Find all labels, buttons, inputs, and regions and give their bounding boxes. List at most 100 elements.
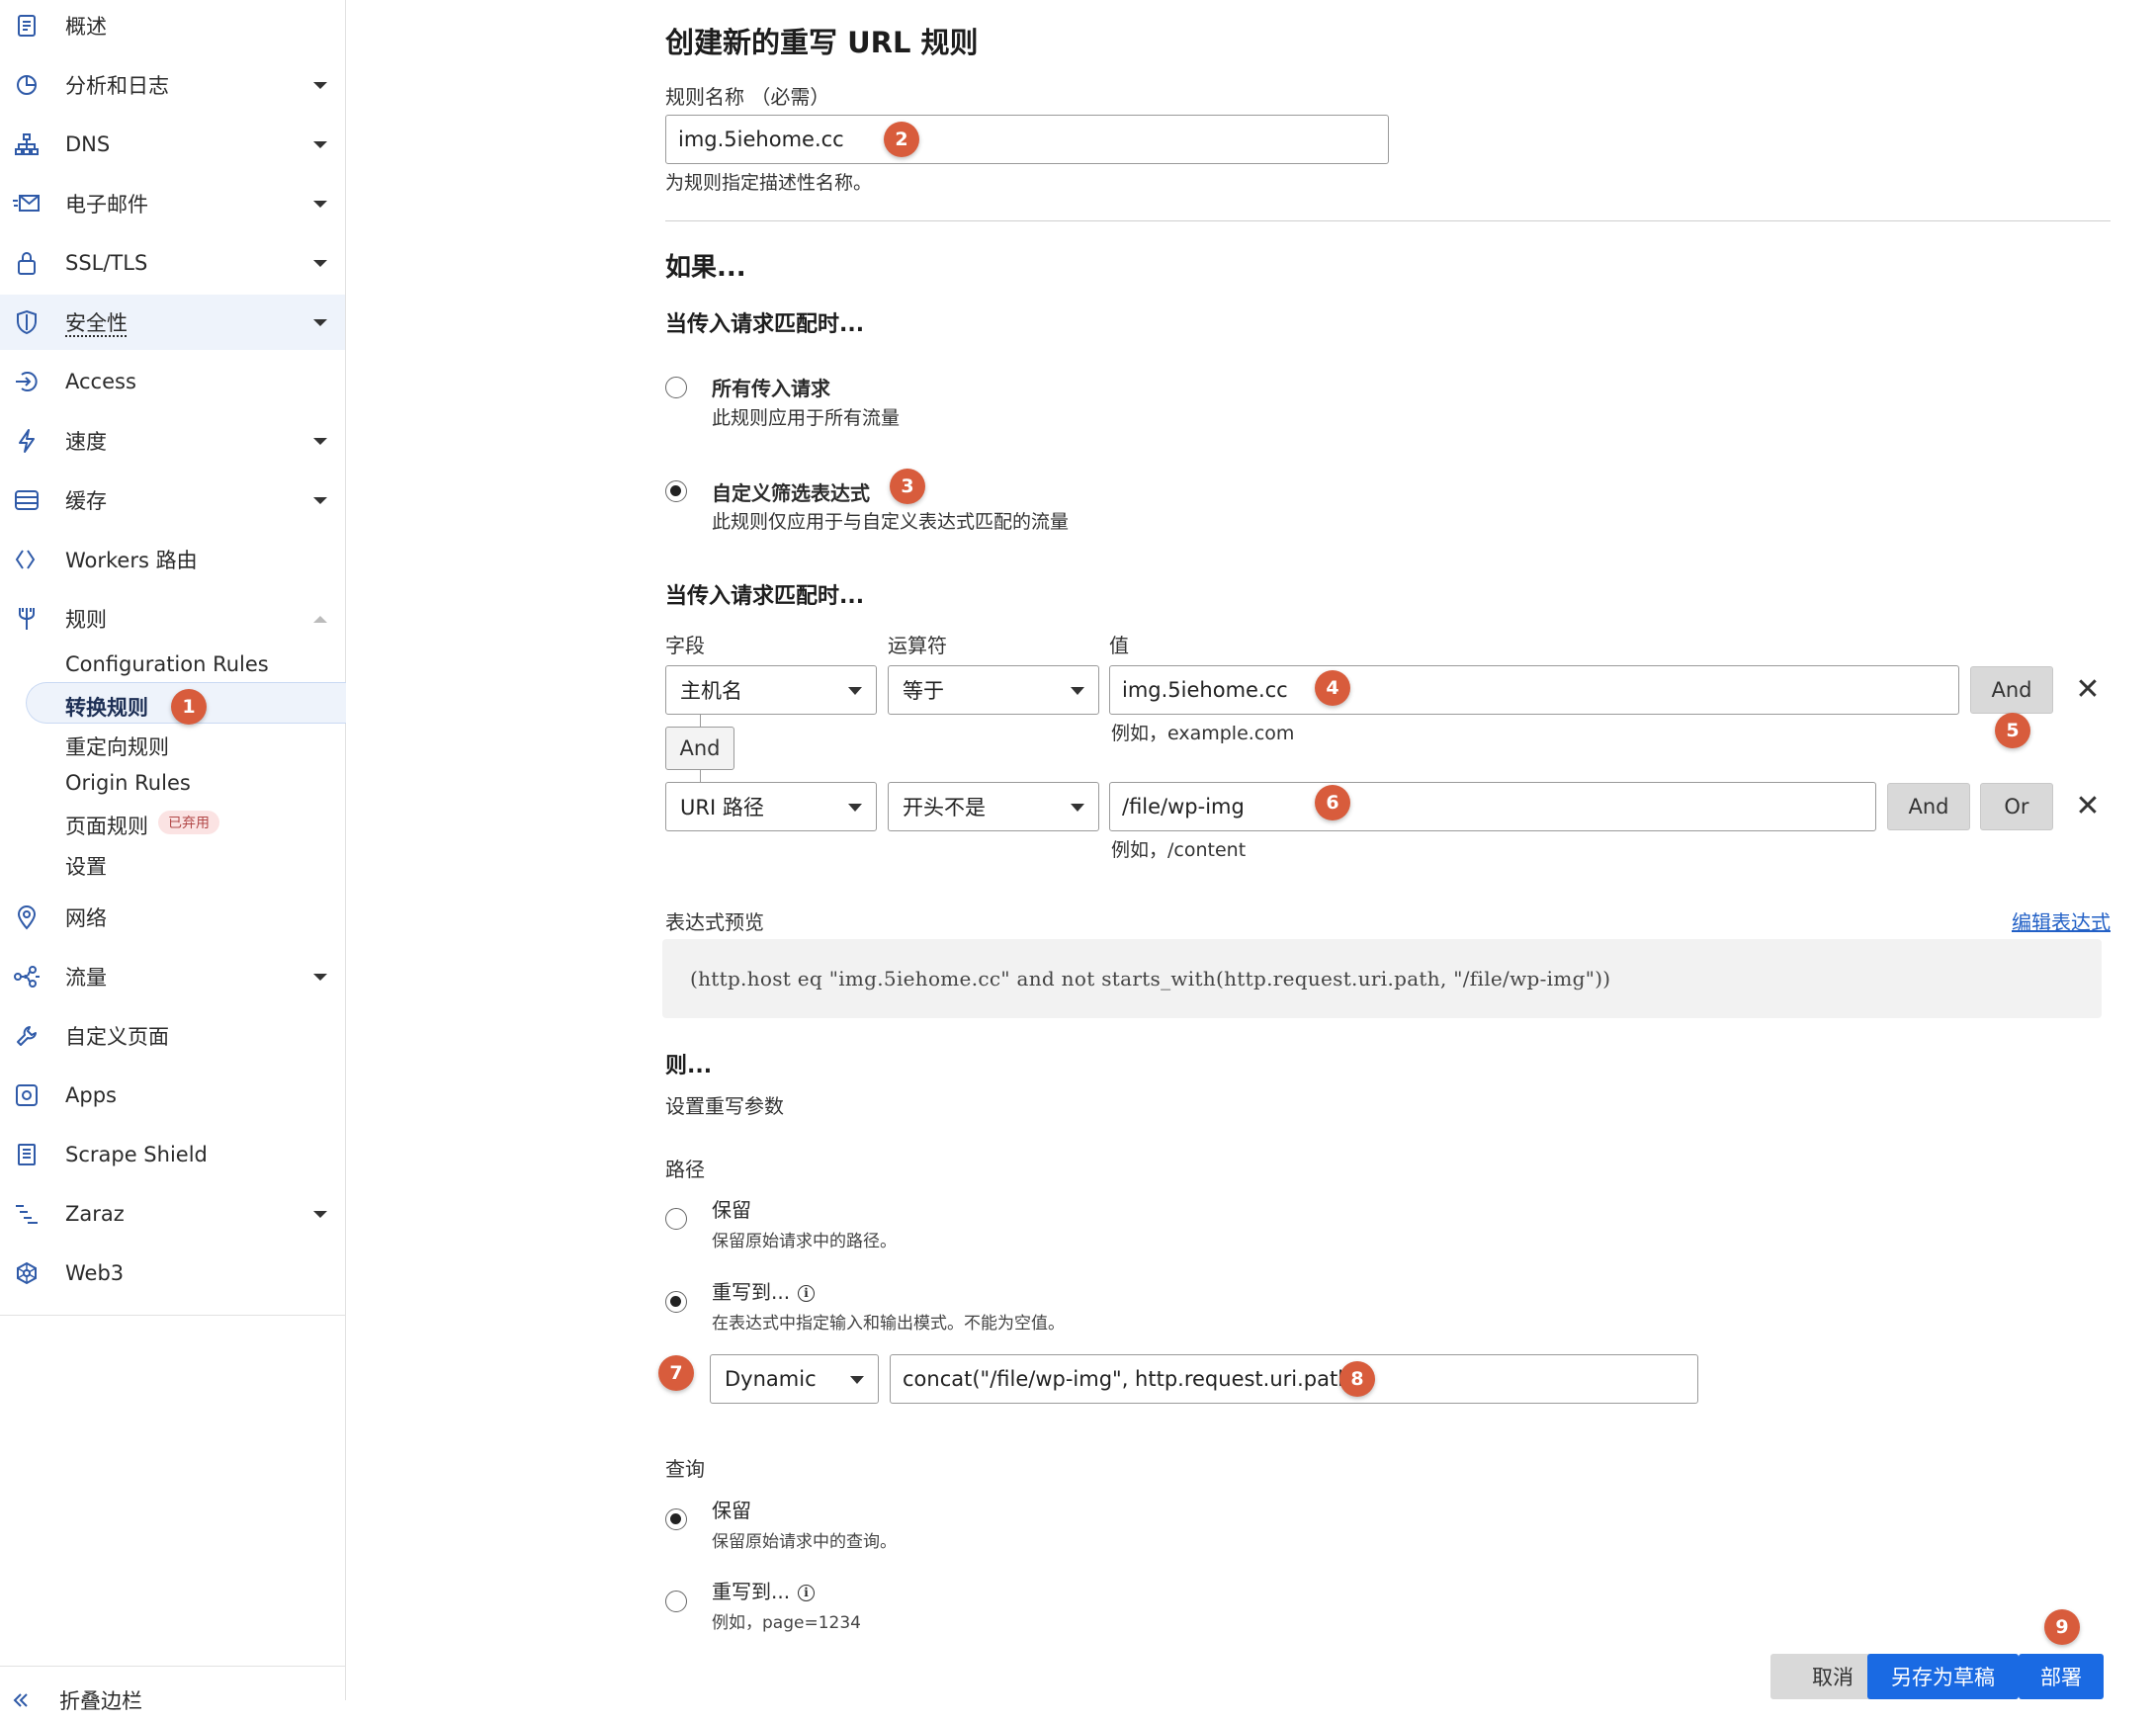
annotation-badge: 6	[1315, 785, 1350, 820]
edit-expression-link[interactable]: 编辑表达式	[2012, 906, 2111, 935]
annotation-badge: 1	[171, 689, 207, 725]
chevron-down-icon	[313, 1211, 327, 1218]
sidebar-item-zaraz[interactable]: Zaraz	[0, 1186, 345, 1242]
expression-preview-label: 表达式预览	[665, 906, 764, 935]
rule-name-label: 规则名称 （必需）	[665, 81, 829, 110]
sidebar-item-label: 分析和日志	[65, 70, 169, 100]
pie-chart-icon	[12, 70, 42, 100]
path-expression-input[interactable]: concat("/file/wp-img", http.request.uri.…	[890, 1354, 1698, 1404]
then-heading: 则...	[665, 1048, 712, 1079]
zaraz-icon	[12, 1199, 42, 1229]
sidebar-item-apps[interactable]: Apps	[0, 1068, 345, 1123]
and-button-row2[interactable]: And	[1887, 783, 1970, 830]
chevron-down-icon	[313, 974, 327, 981]
scrape-document-icon	[12, 1140, 42, 1169]
access-arrow-icon	[12, 367, 42, 396]
sidebar-item-analytics[interactable]: 分析和日志	[0, 57, 345, 113]
dropdown-arrow-icon	[848, 804, 862, 812]
sidebar-item-web3[interactable]: Web3	[0, 1246, 345, 1301]
sidebar-item-overview[interactable]: 概述	[0, 0, 345, 53]
email-icon	[12, 189, 42, 218]
sidebar-subitem-configuration-rules[interactable]: Configuration Rules	[65, 652, 269, 676]
remove-row2-close-icon[interactable]: ✕	[2073, 792, 2103, 821]
chevron-down-icon	[313, 438, 327, 445]
chevron-down-icon	[313, 319, 327, 326]
sidebar-item-email[interactable]: 电子邮件	[0, 176, 345, 231]
sidebar-subitem-redirect-rules[interactable]: 重定向规则	[65, 732, 169, 761]
fork-icon	[12, 604, 42, 634]
info-icon[interactable]: i	[798, 1585, 815, 1601]
sidebar-item-label: 安全性	[65, 307, 128, 337]
sidebar-item-label: DNS	[65, 132, 110, 156]
sidebar-item-rules[interactable]: 规则	[0, 591, 345, 646]
network-tree-icon	[12, 129, 42, 159]
database-icon	[12, 485, 42, 515]
operator-select-row2[interactable]: 开头不是	[888, 782, 1099, 831]
radio-path-keep[interactable]	[665, 1208, 687, 1230]
path-mode-select[interactable]: Dynamic	[710, 1354, 879, 1404]
field-select-row1[interactable]: 主机名	[665, 665, 877, 715]
sidebar-item-ssl-tls[interactable]: SSL/TLS	[0, 235, 345, 291]
sidebar-subitem-transform-rules[interactable]: 转换规则	[65, 692, 148, 722]
value-input-row2[interactable]: /file/wp-img	[1109, 782, 1876, 831]
deploy-button[interactable]: 部署	[2019, 1654, 2104, 1699]
radio-custom-filter[interactable]	[665, 480, 687, 502]
radio-query-rewrite[interactable]	[665, 1591, 687, 1612]
sidebar-item-dns[interactable]: DNS	[0, 117, 345, 172]
annotation-badge: 2	[884, 122, 919, 157]
sidebar-item-label: Apps	[65, 1083, 117, 1107]
save-draft-button[interactable]: 另存为草稿	[1867, 1654, 2019, 1699]
query-rewrite-title-row: 重写到... i	[712, 1576, 815, 1604]
connector-and-toggle[interactable]: And	[665, 727, 734, 770]
sidebar-subitem-settings[interactable]: 设置	[65, 851, 107, 881]
or-button-row2[interactable]: Or	[1980, 783, 2053, 830]
web3-icon	[12, 1258, 42, 1288]
sidebar-item-security[interactable]: 安全性	[0, 295, 345, 350]
query-keep-desc: 保留原始请求中的查询。	[712, 1527, 897, 1552]
column-operator-label: 运算符	[888, 630, 947, 658]
collapse-sidebar-label: 折叠边栏	[59, 1685, 142, 1715]
info-icon[interactable]: i	[798, 1285, 815, 1302]
option-custom-desc: 此规则仅应用于与自定义表达式匹配的流量	[712, 507, 1069, 534]
annotation-badge: 3	[890, 469, 925, 504]
sidebar-item-workers-routes[interactable]: Workers 路由	[0, 532, 345, 587]
sidebar-item-label: Scrape Shield	[65, 1143, 208, 1166]
sidebar-item-scrape-shield[interactable]: Scrape Shield	[0, 1127, 345, 1182]
value-hint-row1: 例如，example.com	[1111, 719, 1294, 745]
column-field-label: 字段	[665, 630, 705, 658]
operator-select-row1[interactable]: 等于	[888, 665, 1099, 715]
sidebar-item-label: 缓存	[65, 485, 107, 515]
if-heading: 如果...	[665, 247, 746, 284]
then-description: 设置重写参数	[665, 1090, 784, 1119]
radio-query-keep[interactable]	[665, 1508, 687, 1530]
radio-all-requests[interactable]	[665, 377, 687, 398]
sidebar-item-cache[interactable]: 缓存	[0, 473, 345, 528]
path-rewrite-desc: 在表达式中指定输入和输出模式。不能为空值。	[712, 1309, 1065, 1334]
option-all-title: 所有传入请求	[712, 373, 830, 401]
radio-path-rewrite[interactable]	[665, 1291, 687, 1313]
sidebar-item-label: 网络	[65, 903, 107, 932]
sidebar-subitem-page-rules[interactable]: 页面规则	[65, 811, 148, 840]
path-keep-desc: 保留原始请求中的路径。	[712, 1227, 897, 1251]
field-select-row2[interactable]: URI 路径	[665, 782, 877, 831]
sidebar-item-network[interactable]: 网络	[0, 890, 345, 945]
sidebar-item-custom-pages[interactable]: 自定义页面	[0, 1008, 345, 1064]
and-button-row1[interactable]: And	[1970, 666, 2053, 714]
apps-icon	[12, 1080, 42, 1110]
workers-icon	[12, 545, 42, 574]
lock-icon	[12, 248, 42, 278]
sidebar-item-label: Access	[65, 370, 136, 393]
collapse-sidebar-button[interactable]: 折叠边栏	[0, 1679, 345, 1722]
sidebar-subitem-origin-rules[interactable]: Origin Rules	[65, 771, 191, 795]
sidebar-item-label: 规则	[65, 604, 107, 634]
sidebar-item-access[interactable]: Access	[0, 354, 345, 409]
rule-name-input[interactable]: img.5iehome.cc	[665, 115, 1389, 164]
remove-row1-close-icon[interactable]: ✕	[2073, 675, 2103, 705]
sidebar-item-speed[interactable]: 速度	[0, 413, 345, 469]
sidebar-item-traffic[interactable]: 流量	[0, 949, 345, 1004]
rule-name-hint: 为规则指定描述性名称。	[665, 168, 872, 195]
connector-line	[700, 770, 701, 782]
sidebar-item-label: SSL/TLS	[65, 251, 147, 275]
path-rewrite-title-row: 重写到... i	[712, 1276, 815, 1305]
value-input-row1[interactable]: img.5iehome.cc	[1109, 665, 1959, 715]
